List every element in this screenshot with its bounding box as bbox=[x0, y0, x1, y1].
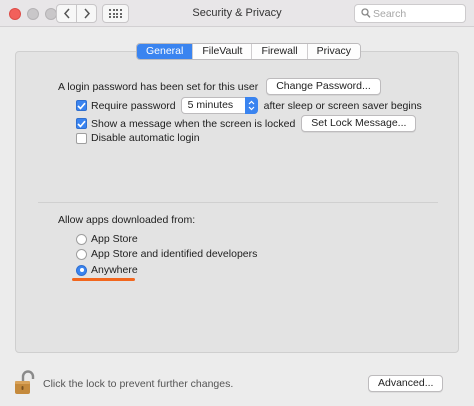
search-placeholder: Search bbox=[373, 8, 407, 20]
lock-button[interactable] bbox=[14, 370, 36, 399]
chevron-left-icon bbox=[63, 8, 70, 19]
show-all-grid-icon bbox=[109, 9, 122, 18]
radio-anywhere-label: Anywhere bbox=[91, 264, 138, 276]
tab-bar: General FileVault Firewall Privacy bbox=[136, 43, 362, 60]
show-message-row: Show a message when the screen is locked… bbox=[76, 115, 417, 132]
forward-button[interactable] bbox=[76, 4, 97, 23]
tab-privacy[interactable]: Privacy bbox=[307, 44, 361, 59]
disable-auto-login-row: Disable automatic login bbox=[76, 132, 200, 144]
window-title: Security & Privacy bbox=[192, 7, 282, 19]
radio-identified-developers[interactable]: App Store and identified developers bbox=[76, 248, 257, 260]
require-password-delay-select[interactable]: 5 minutes bbox=[180, 97, 258, 114]
show-message-label: Show a message when the screen is locked bbox=[91, 117, 296, 130]
lock-hint-text: Click the lock to prevent further change… bbox=[43, 378, 234, 390]
window-titlebar: Security & Privacy Search bbox=[0, 0, 474, 27]
radio-button-selected[interactable] bbox=[76, 264, 87, 276]
unlocked-padlock-icon bbox=[15, 370, 35, 394]
allow-apps-heading: Allow apps downloaded from: bbox=[58, 214, 196, 226]
radio-identified-developers-label: App Store and identified developers bbox=[91, 248, 258, 260]
section-divider bbox=[38, 202, 438, 203]
up-down-chevron-icon bbox=[244, 97, 258, 114]
minimize-window-button[interactable] bbox=[27, 8, 39, 20]
after-sleep-text: after sleep or screen saver begins bbox=[263, 99, 422, 112]
radio-button[interactable] bbox=[76, 233, 87, 245]
require-password-row: Require password 5 minutes after sleep o… bbox=[76, 97, 422, 114]
disable-auto-login-checkbox[interactable] bbox=[76, 132, 87, 144]
checkmark-icon bbox=[77, 102, 86, 110]
advanced-button[interactable]: Advanced... bbox=[368, 375, 444, 392]
back-button[interactable] bbox=[56, 4, 77, 23]
require-password-delay-value: 5 minutes bbox=[187, 99, 234, 111]
change-password-button[interactable]: Change Password... bbox=[266, 78, 381, 95]
tab-firewall[interactable]: Firewall bbox=[252, 44, 308, 59]
disable-auto-login-label: Disable automatic login bbox=[91, 132, 200, 144]
close-window-button[interactable] bbox=[9, 8, 21, 20]
set-lock-message-button[interactable]: Set Lock Message... bbox=[301, 115, 417, 132]
require-password-checkbox[interactable] bbox=[76, 100, 87, 111]
login-password-text: A login password has been set for this u… bbox=[58, 80, 259, 93]
require-password-label: Require password bbox=[91, 99, 176, 112]
radio-app-store[interactable]: App Store bbox=[76, 233, 138, 245]
radio-anywhere[interactable]: Anywhere bbox=[76, 264, 138, 276]
checkmark-icon bbox=[77, 120, 86, 128]
radio-button[interactable] bbox=[76, 248, 87, 260]
show-message-checkbox[interactable] bbox=[76, 118, 87, 129]
search-icon bbox=[361, 8, 371, 18]
radio-app-store-label: App Store bbox=[91, 233, 138, 245]
highlight-underline bbox=[72, 278, 135, 281]
tab-general[interactable]: General bbox=[137, 44, 194, 59]
show-all-button[interactable] bbox=[102, 4, 129, 23]
chevron-right-icon bbox=[83, 8, 90, 19]
tab-filevault[interactable]: FileVault bbox=[193, 44, 253, 59]
login-password-row: A login password has been set for this u… bbox=[58, 78, 381, 95]
search-field[interactable]: Search bbox=[354, 4, 466, 23]
